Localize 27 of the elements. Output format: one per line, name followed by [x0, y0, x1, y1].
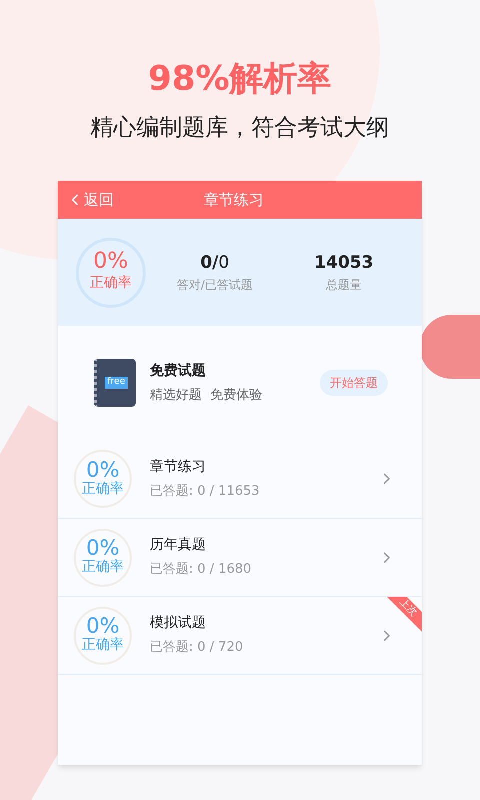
- answered-count-text: 已答题: 0 / 11653: [150, 482, 261, 501]
- answered-label: 答对/已答试题: [176, 277, 254, 294]
- free-label: free: [104, 377, 128, 389]
- header-title: 章节练习: [204, 190, 264, 211]
- section-title: 章节练习: [150, 458, 207, 477]
- section-title: 模拟试题: [150, 614, 207, 634]
- section-row[interactable]: 0% 正确率 模拟试题 已答题: 0 / 720 上次: [58, 596, 422, 674]
- total-count: 14053: [314, 252, 374, 275]
- rate-value: 0%: [86, 460, 120, 481]
- rate-value: 0%: [86, 538, 120, 560]
- rate-label: 正确率: [82, 480, 124, 498]
- rate-label: 正确率: [82, 637, 124, 655]
- headline: 98%解析率: [148, 58, 332, 100]
- section-row[interactable]: 0% 正确率 章节练习 已答题: 0 / 11653: [58, 440, 422, 518]
- answered-count-text: 已答题: 0 / 720: [150, 639, 244, 658]
- answered-count-text: 已答题: 0 / 1680: [150, 561, 253, 580]
- section-row[interactable]: 0% 正确率 历年真题 已答题: 0 / 1680: [58, 518, 422, 596]
- rate-label: 正确率: [90, 274, 132, 293]
- rate-label: 正确率: [82, 559, 124, 577]
- free-title: 免费试题: [150, 362, 207, 381]
- subtitle: 精心编制题库，符合考试大纲: [90, 114, 390, 142]
- rate-value: 0%: [86, 616, 120, 638]
- section-title: 历年真题: [150, 536, 207, 556]
- total-label: 总题量: [326, 277, 362, 294]
- answered-count: 0/0: [200, 252, 230, 275]
- free-description: 精选好题 免费体验: [150, 386, 264, 405]
- rate-value: 0%: [94, 251, 128, 273]
